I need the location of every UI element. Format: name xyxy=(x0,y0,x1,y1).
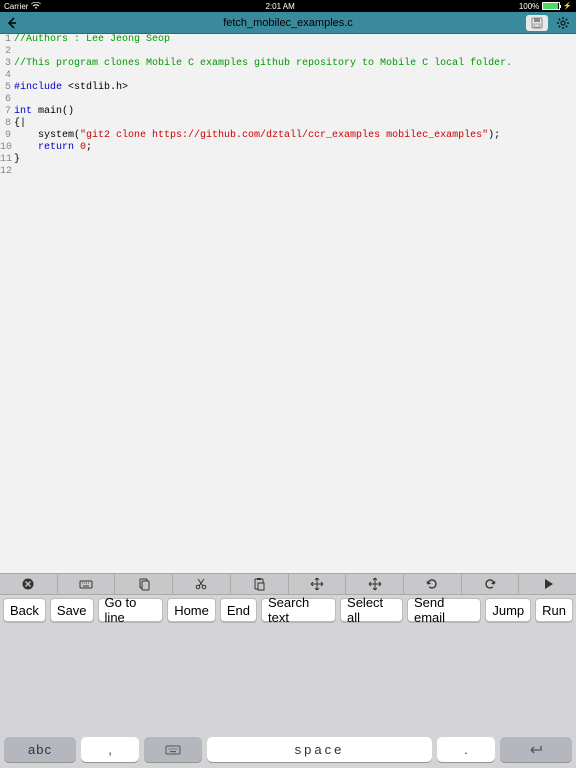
icon-toolbar-row xyxy=(0,573,576,595)
clipboard-icon xyxy=(137,577,151,591)
keyboard-button[interactable] xyxy=(58,574,116,594)
select-all-button[interactable]: Select all xyxy=(340,598,403,622)
move2-icon xyxy=(368,577,382,591)
code-line: 7int main() xyxy=(0,106,576,118)
line-number: 6 xyxy=(0,94,14,106)
kb-comma-key[interactable]: , xyxy=(81,737,139,762)
redo-button[interactable] xyxy=(462,574,520,594)
title-bar: fetch_mobilec_examples.c xyxy=(0,12,576,34)
kb-emoji-key[interactable] xyxy=(144,737,202,762)
home-button[interactable]: Home xyxy=(167,598,216,622)
line-number: 10 xyxy=(0,142,14,154)
line-number: 2 xyxy=(0,46,14,58)
line-content: {| xyxy=(14,118,26,130)
code-editor[interactable]: 1//Authors : Lee Jeong Seop23//This prog… xyxy=(0,34,576,573)
code-line: 8{| xyxy=(0,118,576,130)
move2-button[interactable] xyxy=(346,574,404,594)
file-title: fetch_mobilec_examples.c xyxy=(0,17,576,29)
code-line: 5#include <stdlib.h> xyxy=(0,82,576,94)
line-number: 4 xyxy=(0,70,14,82)
battery-icon xyxy=(542,2,560,10)
code-line: 10 return 0; xyxy=(0,142,576,154)
line-number: 5 xyxy=(0,82,14,94)
kb-space-key[interactable]: space xyxy=(207,737,432,762)
move-button[interactable] xyxy=(289,574,347,594)
back-button[interactable]: Back xyxy=(3,598,46,622)
move-icon xyxy=(310,577,324,591)
close-icon xyxy=(21,577,35,591)
save-icon-button[interactable] xyxy=(526,15,548,31)
cut-button[interactable] xyxy=(173,574,231,594)
code-line: 12 xyxy=(0,166,576,178)
keyboard-spacer xyxy=(0,625,576,733)
code-line: 3//This program clones Mobile C examples… xyxy=(0,58,576,70)
line-number: 1 xyxy=(0,34,14,46)
clock-label: 2:01 AM xyxy=(265,2,294,11)
play-button[interactable] xyxy=(519,574,576,594)
play-icon xyxy=(541,577,555,591)
back-arrow-icon xyxy=(6,17,18,29)
undo-button[interactable] xyxy=(404,574,462,594)
send-email-button[interactable]: Send email xyxy=(407,598,481,622)
code-line: 6 xyxy=(0,94,576,106)
line-number: 7 xyxy=(0,106,14,118)
jump-button[interactable]: Jump xyxy=(485,598,531,622)
line-number: 12 xyxy=(0,166,14,178)
charging-icon: ⚡ xyxy=(563,2,572,10)
clipboard-button[interactable] xyxy=(115,574,173,594)
search-text-button[interactable]: Search text xyxy=(261,598,336,622)
line-content: //This program clones Mobile C examples … xyxy=(14,58,512,70)
return-icon xyxy=(527,743,545,757)
undo-icon xyxy=(425,577,439,591)
run-button[interactable]: Run xyxy=(535,598,573,622)
line-number: 8 xyxy=(0,118,14,130)
kb-abc-key[interactable]: abc xyxy=(4,737,76,762)
kb-return-key[interactable] xyxy=(500,737,572,762)
paste-button[interactable] xyxy=(231,574,289,594)
battery-pct: 100% xyxy=(519,2,539,11)
settings-button[interactable] xyxy=(554,15,572,31)
line-number: 3 xyxy=(0,58,14,70)
status-bar: Carrier 2:01 AM 100% ⚡ xyxy=(0,0,576,12)
code-line: 1//Authors : Lee Jeong Seop xyxy=(0,34,576,46)
line-content: //Authors : Lee Jeong Seop xyxy=(14,34,170,46)
code-line: 9 system("git2 clone https://github.com/… xyxy=(0,130,576,142)
end-button[interactable]: End xyxy=(220,598,257,622)
back-button[interactable] xyxy=(0,12,24,34)
carrier-label: Carrier xyxy=(4,2,28,11)
line-number: 9 xyxy=(0,130,14,142)
gear-icon xyxy=(556,16,570,30)
code-line: 4 xyxy=(0,70,576,82)
cut-icon xyxy=(194,577,208,591)
line-content: int main() xyxy=(14,106,74,118)
keyboard-bottom-row: abc , space . xyxy=(0,733,576,768)
close-button[interactable] xyxy=(0,574,58,594)
keyboard-small-icon xyxy=(165,742,181,758)
line-content: system("git2 clone https://github.com/dz… xyxy=(14,130,500,142)
line-content: } xyxy=(14,154,20,166)
text-toolbar-row: BackSaveGo to lineHomeEndSearch textSele… xyxy=(0,595,576,625)
wifi-icon xyxy=(31,2,41,10)
redo-icon xyxy=(483,577,497,591)
toolbar: BackSaveGo to lineHomeEndSearch textSele… xyxy=(0,573,576,768)
line-content: #include <stdlib.h> xyxy=(14,82,128,94)
code-line: 11} xyxy=(0,154,576,166)
floppy-icon xyxy=(531,17,543,29)
go-to-line-button[interactable]: Go to line xyxy=(98,598,164,622)
paste-icon xyxy=(252,577,266,591)
code-line: 2 xyxy=(0,46,576,58)
line-number: 11 xyxy=(0,154,14,166)
keyboard-icon xyxy=(79,577,93,591)
save-button[interactable]: Save xyxy=(50,598,94,622)
kb-period-key[interactable]: . xyxy=(437,737,495,762)
line-content: return 0; xyxy=(14,142,92,154)
